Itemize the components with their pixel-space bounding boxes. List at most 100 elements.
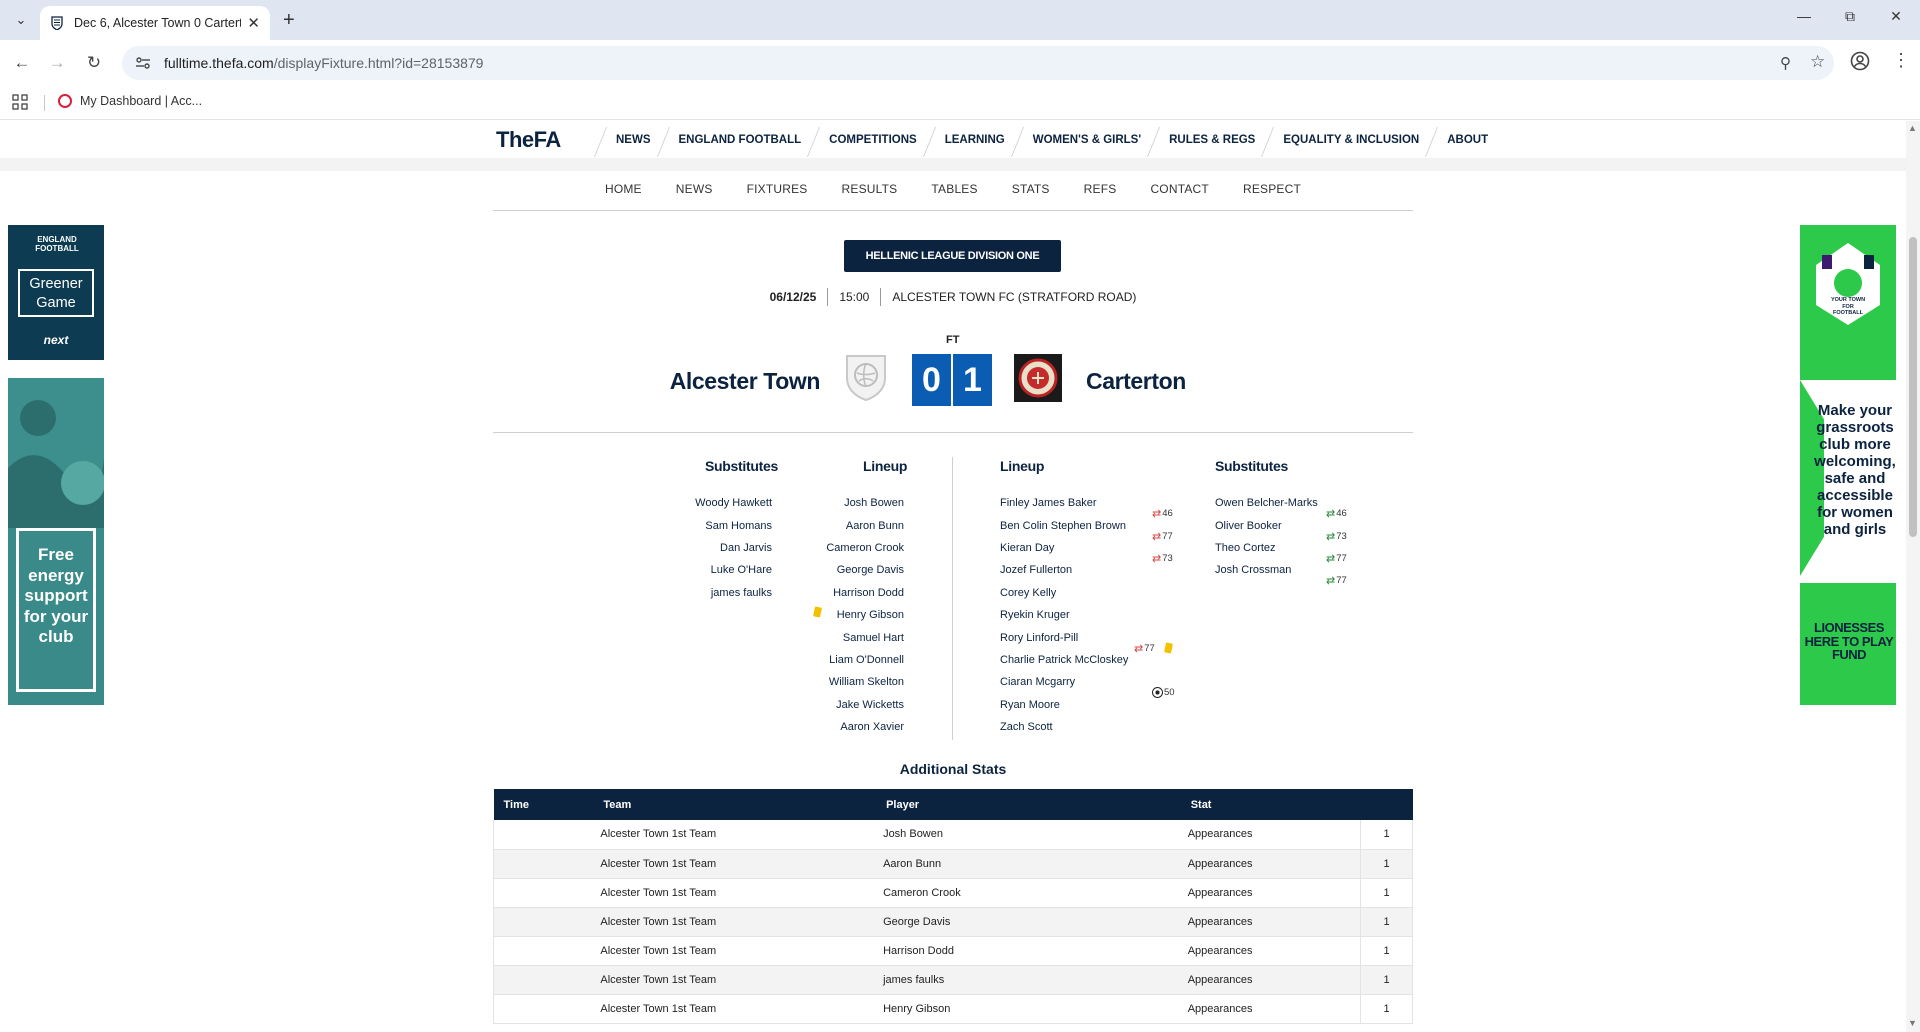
cell-player[interactable]: Josh Bowen [876, 820, 1181, 850]
home-sub-player[interactable]: Dan Jarvis [640, 537, 772, 559]
apps-grid-icon[interactable] [12, 94, 28, 115]
cell-player[interactable]: Harrison Dodd [876, 936, 1181, 966]
cell-player[interactable]: George Davis [876, 907, 1181, 937]
sub-nav-results[interactable]: RESULTS [825, 181, 915, 210]
home-lineup-player[interactable]: Samuel Hart [800, 626, 904, 648]
browser-tab-active[interactable]: Dec 6, Alcester Town 0 Carterton ✕ [40, 6, 270, 40]
away-lineup-player[interactable]: Ben Colin Stephen Brown [1000, 514, 1160, 536]
sub-nav-respect[interactable]: RESPECT [1226, 181, 1318, 210]
away-lineup-player[interactable]: Zach Scott [1000, 716, 1160, 738]
bookmark-star-icon[interactable]: ☆ [1810, 52, 1825, 72]
site-info-icon[interactable] [128, 48, 158, 78]
zoom-icon[interactable]: ⚲ [1780, 54, 1791, 72]
ad-free-energy-support[interactable]: Free energy support for your club [8, 378, 104, 705]
scroll-up-arrow-icon[interactable]: ▲ [1908, 123, 1917, 133]
away-sub-player[interactable]: Owen Belcher-Marks [1215, 492, 1325, 514]
away-sub-player[interactable]: Theo Cortez [1215, 537, 1325, 559]
tab-close-icon[interactable]: ✕ [247, 14, 260, 32]
home-sub-player[interactable]: Woody Hawkett [640, 492, 772, 514]
home-lineup-player[interactable]: Liam O'Donnell [800, 649, 904, 671]
cell-team: Alcester Town 1st Team [593, 965, 877, 995]
away-lineup-player[interactable]: Finley James Baker [1000, 492, 1160, 514]
home-lineup-player[interactable]: Harrison Dodd [800, 582, 904, 604]
fa-nav-competitions[interactable]: COMPETITIONS [813, 134, 929, 146]
ad-grassroots-club[interactable]: Make your grassroots club more welcoming… [1800, 380, 1896, 576]
sub-nav-news[interactable]: NEWS [659, 181, 730, 210]
window-close-icon[interactable]: ✕ [1884, 8, 1908, 25]
additional-stats-title: Additional Stats [899, 761, 1007, 777]
home-team-name[interactable]: Alcester Town [640, 368, 821, 395]
forward-arrow-icon[interactable]: → [46, 52, 68, 74]
home-lineup-player[interactable]: Aaron Bunn [800, 514, 904, 536]
url-domain: fulltime.thefa.com [164, 55, 274, 71]
home-lineup-player[interactable]: Jake Wicketts [800, 694, 904, 716]
fa-nav-learning[interactable]: LEARNING [929, 134, 1017, 146]
tab-search-chevron-icon[interactable]: ⌄ [10, 9, 32, 31]
cell-player[interactable]: Henry Gibson [876, 994, 1181, 1024]
fa-nav-womens-girls[interactable]: WOMEN'S & GIRLS' [1017, 134, 1153, 146]
ad-premier-league-town[interactable]: YOUR TOWN FOR FOOTBALL [1800, 225, 1896, 380]
fa-nav-about[interactable]: ABOUT [1431, 134, 1500, 146]
sub-nav-tables[interactable]: TABLES [914, 181, 994, 210]
section-divider [493, 432, 1413, 433]
scroll-down-arrow-icon[interactable]: ▼ [1908, 1018, 1917, 1028]
away-lineup-player[interactable]: Corey Kelly [1000, 582, 1160, 604]
new-tab-plus-icon[interactable]: + [283, 9, 295, 31]
home-sub-player[interactable]: james faulks [640, 582, 772, 604]
cell-player[interactable]: Cameron Crook [876, 878, 1181, 908]
fa-nav-news[interactable]: NEWS [600, 134, 663, 146]
bookmark-dashboard[interactable]: My Dashboard | Acc... [58, 94, 202, 108]
table-row: Alcester Town 1st Team George Davis Appe… [493, 907, 1413, 937]
url-text: fulltime.thefa.com/displayFixture.html?i… [164, 55, 483, 71]
away-sub-player[interactable]: Oliver Booker [1215, 514, 1325, 536]
browser-menu-icon[interactable]: ⋮ [1892, 50, 1910, 71]
cell-player[interactable]: james faulks [876, 965, 1181, 995]
away-lineup-player[interactable]: Ryekin Kruger [1000, 604, 1160, 626]
home-lineup-player[interactable]: William Skelton [800, 671, 904, 693]
ad-lionesses-fund[interactable]: LIONESSES HERE TO PLAY FUND [1800, 583, 1896, 705]
cell-stat: Appearances [1180, 849, 1361, 879]
fa-logo[interactable]: TheFA [496, 127, 561, 153]
sub-minute: 46 [1336, 508, 1347, 519]
ad-greener-game[interactable]: ENGLAND FOOTBALL Greener Game next [8, 225, 104, 360]
away-subs-header: Substitutes [1215, 458, 1288, 474]
sub-minute: 77 [1336, 553, 1347, 564]
restore-icon[interactable]: ⧉ [1838, 8, 1862, 25]
fa-nav-links: NEWS ENGLAND FOOTBALL COMPETITIONS LEARN… [600, 121, 1500, 158]
sub-nav-contact[interactable]: CONTACT [1133, 181, 1226, 210]
home-sub-player[interactable]: Sam Homans [640, 514, 772, 536]
cell-time [493, 878, 594, 908]
home-sub-player[interactable]: Luke O'Hare [640, 559, 772, 581]
address-bar[interactable]: fulltime.thefa.com/displayFixture.html?i… [122, 46, 1834, 80]
away-team-name[interactable]: Carterton [1086, 368, 1186, 395]
minimize-icon[interactable]: — [1792, 8, 1816, 24]
competition-badge[interactable]: HELLENIC LEAGUE DIVISION ONE [844, 240, 1061, 272]
fa-nav-equality-inclusion[interactable]: EQUALITY & INCLUSION [1267, 134, 1431, 146]
sub-nav-stats[interactable]: STATS [995, 181, 1067, 210]
home-lineup-player[interactable]: Cameron Crook [800, 537, 904, 559]
home-lineup-player[interactable]: Aaron Xavier [800, 716, 904, 738]
sub-nav-home[interactable]: HOME [588, 181, 659, 210]
home-lineup-player[interactable]: Josh Bowen [800, 492, 904, 514]
substitution-arrows-icon: ⇄ [1152, 531, 1162, 543]
scrollbar-thumb[interactable] [1909, 237, 1917, 537]
fa-nav-rules-regs[interactable]: RULES & REGS [1153, 134, 1267, 146]
cell-time [493, 994, 594, 1024]
sub-nav-fixtures[interactable]: FIXTURES [730, 181, 825, 210]
cell-player[interactable]: Aaron Bunn [876, 849, 1181, 879]
sub-on-event: ⇄ 73 [1326, 530, 1347, 543]
away-lineup-player[interactable]: Ryan Moore [1000, 694, 1160, 716]
home-lineup-player[interactable]: George Davis [800, 559, 904, 581]
profile-avatar-icon[interactable] [1850, 51, 1870, 76]
fa-nav-england-football[interactable]: ENGLAND FOOTBALL [663, 134, 814, 146]
page-scrollbar[interactable]: ▲ ▼ [1906, 121, 1920, 1032]
reload-icon[interactable]: ↻ [83, 52, 105, 74]
back-arrow-icon[interactable]: ← [11, 52, 33, 74]
away-lineup-player[interactable]: Kieran Day [1000, 537, 1160, 559]
tab-title: Dec 6, Alcester Town 0 Carterton [74, 16, 242, 30]
sub-nav-refs[interactable]: REFS [1067, 181, 1134, 210]
away-lineup-player[interactable]: Jozef Fullerton [1000, 559, 1160, 581]
away-sub-player[interactable]: Josh Crossman [1215, 559, 1325, 581]
away-lineup-player[interactable]: Ciaran Mcgarry [1000, 671, 1160, 693]
cell-stat: Appearances [1180, 965, 1361, 995]
